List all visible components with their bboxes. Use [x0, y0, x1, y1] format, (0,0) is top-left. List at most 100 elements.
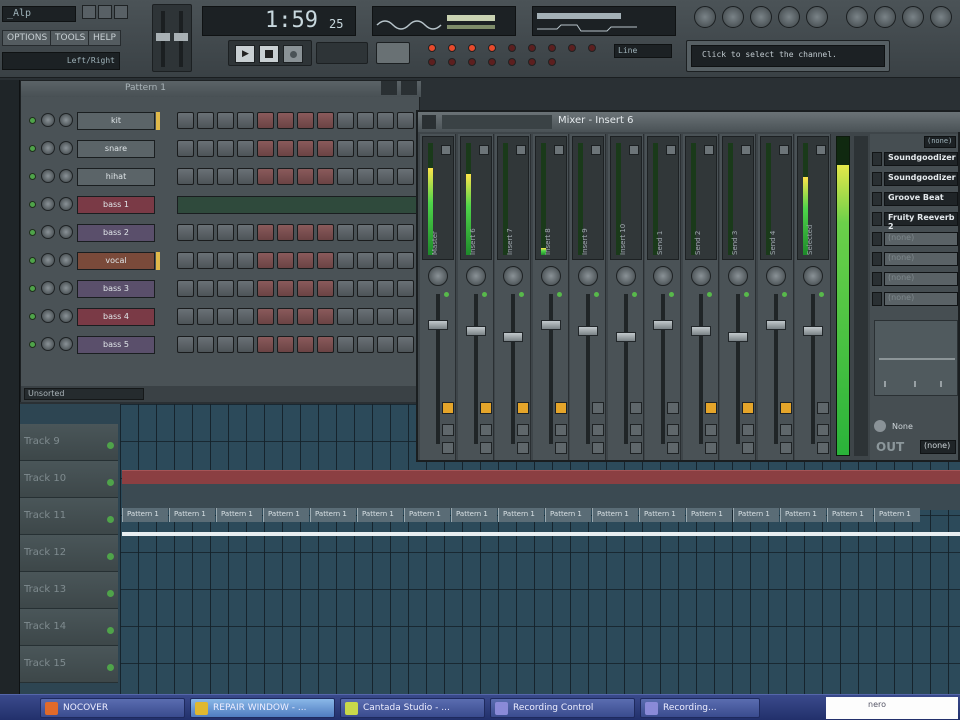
pattern-clip[interactable]: Pattern 1	[310, 508, 356, 522]
strip-fx-button[interactable]	[779, 442, 792, 454]
step-button[interactable]	[277, 252, 294, 269]
step-button[interactable]	[277, 224, 294, 241]
effect-slot[interactable]: Soundgoodizer	[884, 172, 958, 186]
channel-pan-knob[interactable]	[59, 309, 73, 323]
step-button[interactable]	[377, 252, 394, 269]
pattern-clip[interactable]: Pattern 1	[357, 508, 403, 522]
channel-volume-knob[interactable]	[41, 169, 55, 183]
snap-led-2[interactable]	[448, 44, 456, 52]
strip-route-button[interactable]	[478, 145, 489, 155]
strip-volume-fader[interactable]	[653, 320, 673, 330]
step-button[interactable]	[257, 140, 274, 157]
taskbar-button[interactable]: Recording Control	[490, 698, 635, 718]
track-mute-led[interactable]	[107, 442, 114, 449]
effect-slot-arrow[interactable]	[872, 152, 882, 166]
channel-mute-led[interactable]	[29, 313, 36, 320]
strip-fx-button[interactable]	[479, 442, 492, 454]
step-button[interactable]	[237, 224, 254, 241]
channel-mute-led[interactable]	[29, 341, 36, 348]
strip-record-button[interactable]	[517, 424, 529, 436]
strip-solo-button[interactable]	[442, 402, 454, 414]
strip-volume-fader[interactable]	[503, 332, 523, 342]
strip-solo-button[interactable]	[479, 402, 492, 414]
strip-pan-knob[interactable]	[803, 266, 823, 286]
strip-record-button[interactable]	[742, 424, 754, 436]
effect-slot-arrow[interactable]	[872, 232, 882, 246]
step-button[interactable]	[317, 168, 334, 185]
step-button[interactable]	[197, 308, 214, 325]
snap-led-10[interactable]	[428, 58, 436, 66]
stepseq-title-bar[interactable]: Pattern 1	[21, 81, 421, 97]
strip-enable-led[interactable]	[744, 292, 749, 297]
browser-panel[interactable]	[0, 80, 20, 694]
step-button[interactable]	[197, 252, 214, 269]
channel-mute-led[interactable]	[29, 145, 36, 152]
channel-select-indicator[interactable]	[156, 252, 160, 270]
channel-volume-knob[interactable]	[41, 337, 55, 351]
strip-fx-button[interactable]	[742, 442, 754, 454]
step-button[interactable]	[377, 224, 394, 241]
effect-slot-arrow[interactable]	[872, 272, 882, 286]
close-button[interactable]	[114, 5, 128, 19]
strip-enable-led[interactable]	[631, 292, 637, 297]
channel-volume-knob[interactable]	[41, 253, 55, 267]
step-button[interactable]	[317, 112, 334, 129]
snap-led-6[interactable]	[528, 44, 536, 52]
snap-led-7[interactable]	[548, 44, 556, 52]
strip-route-button[interactable]	[666, 145, 676, 155]
track-header[interactable]: Track 10	[20, 461, 118, 498]
step-button[interactable]	[217, 168, 234, 185]
channel-volume-knob[interactable]	[41, 281, 55, 295]
strip-volume-fader[interactable]	[465, 326, 486, 336]
channel-volume-knob[interactable]	[41, 197, 55, 211]
strip-solo-button[interactable]	[817, 402, 829, 414]
step-button[interactable]	[337, 308, 354, 325]
mixer-strip[interactable]: Insert 9	[570, 134, 606, 460]
strip-fx-button[interactable]	[667, 442, 679, 454]
step-button[interactable]	[377, 308, 394, 325]
taskbar-button[interactable]: Cantada Studio - ...	[340, 698, 485, 718]
stepseq-window-button[interactable]	[722, 6, 744, 28]
channel-name-button[interactable]: hihat	[77, 168, 155, 186]
strip-route-button[interactable]	[441, 145, 451, 155]
step-button[interactable]	[277, 140, 294, 157]
track-header[interactable]: Track 9	[20, 424, 118, 461]
strip-enable-led[interactable]	[819, 292, 824, 297]
taskbar-button[interactable]: REPAIR WINDOW - ...	[190, 698, 335, 718]
step-button[interactable]	[257, 336, 274, 353]
step-button[interactable]	[177, 224, 194, 241]
step-button[interactable]	[217, 224, 234, 241]
effect-slot-arrow[interactable]	[872, 252, 882, 266]
automation-clip[interactable]	[122, 532, 960, 536]
step-button[interactable]	[397, 224, 414, 241]
strip-pan-knob[interactable]	[653, 266, 673, 286]
step-button[interactable]	[297, 336, 314, 353]
step-button[interactable]	[357, 112, 374, 129]
step-button[interactable]	[397, 308, 414, 325]
mixer-strip[interactable]: Insert 7	[495, 134, 531, 460]
strip-solo-button[interactable]	[517, 402, 529, 414]
step-button[interactable]	[377, 140, 394, 157]
step-button[interactable]	[217, 308, 234, 325]
pattern-clip[interactable]: Pattern 1	[122, 508, 168, 522]
channel-name-button[interactable]: bass 2	[77, 224, 155, 242]
strip-volume-fader[interactable]	[428, 320, 448, 330]
step-button[interactable]	[217, 252, 234, 269]
channel-mute-led[interactable]	[29, 229, 36, 236]
mixer-strip[interactable]: Insert 8	[532, 134, 569, 460]
step-button[interactable]	[177, 112, 194, 129]
step-button[interactable]	[297, 168, 314, 185]
step-button[interactable]	[197, 140, 214, 157]
mixer-strip[interactable]: Insert 6	[457, 134, 494, 460]
step-button[interactable]	[197, 224, 214, 241]
step-button[interactable]	[357, 280, 374, 297]
snap-led-1[interactable]	[428, 44, 436, 52]
step-button[interactable]	[377, 112, 394, 129]
strip-pan-knob[interactable]	[765, 266, 786, 286]
taskbar-button[interactable]: NOCOVER	[40, 698, 185, 718]
step-button[interactable]	[237, 168, 254, 185]
step-button[interactable]	[217, 112, 234, 129]
pattern-clip[interactable]: Pattern 1	[404, 508, 450, 522]
plugin-button-2[interactable]	[874, 6, 896, 28]
strip-pan-knob[interactable]	[503, 266, 523, 286]
